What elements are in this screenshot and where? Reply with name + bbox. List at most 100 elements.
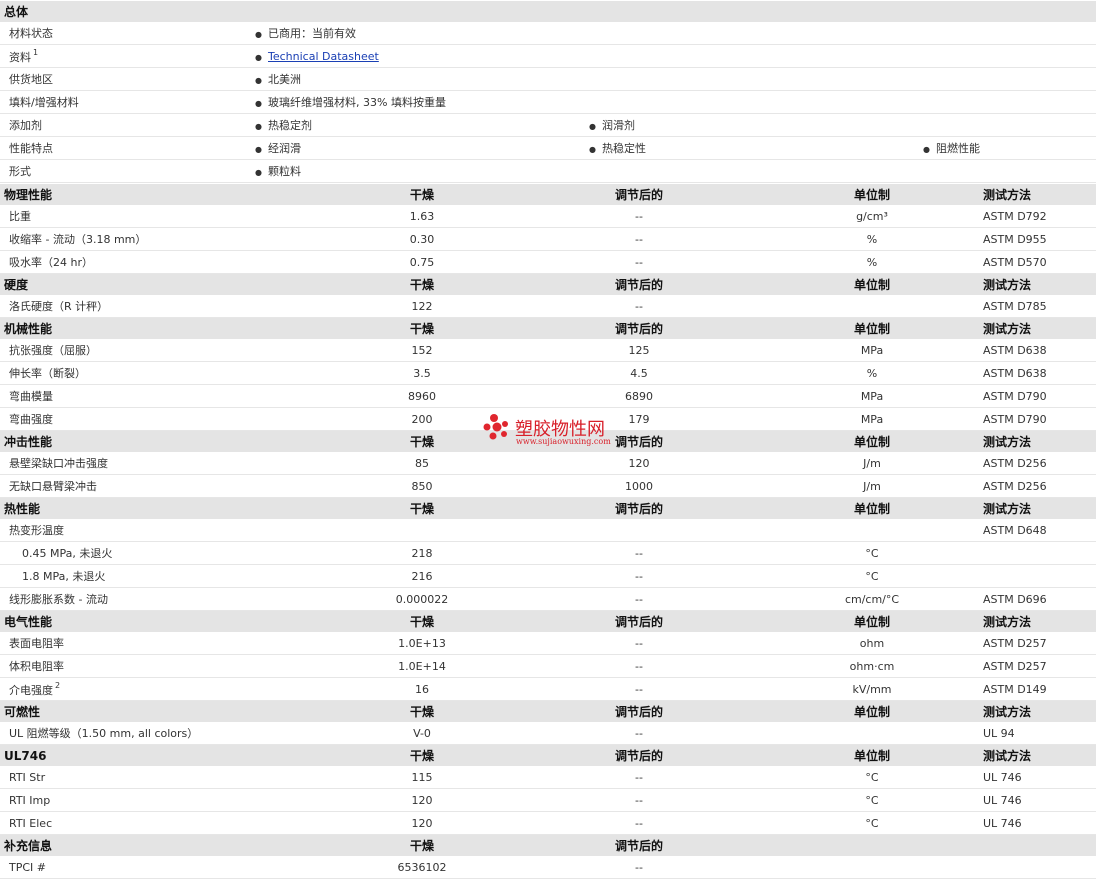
section-title: 补充信息: [0, 834, 333, 856]
dry-value: 8960: [333, 384, 511, 408]
property-row: 悬壁梁缺口冲击强度 85 120 J/m ASTM D256: [0, 452, 1096, 475]
section-title: 电气性能: [0, 610, 333, 632]
property-label-text: 介电强度: [9, 683, 53, 697]
column-header-dry: 干燥: [333, 834, 511, 856]
conditioned-value: --: [511, 654, 767, 678]
property-row: UL 阻燃等级（1.50 mm, all colors） V-0 -- UL 94: [0, 722, 1096, 745]
property-row: 收缩率 - 流动（3.18 mm） 0.30 --% ASTM D955: [0, 227, 1096, 251]
property-label: UL 阻燃等级（1.50 mm, all colors）: [0, 722, 333, 745]
general-row: 材料状态 ● 已商用：当前有效: [0, 22, 1096, 45]
dry-value: 152: [333, 339, 511, 362]
test-method: ASTM D785: [977, 295, 1096, 318]
property-label: 抗张强度（屈服）: [0, 339, 333, 362]
general-value: 玻璃纤维增强材料, 33% 填料按重量: [268, 96, 446, 109]
property-row: 抗张强度（屈服） 152 125 MPa ASTM D638: [0, 339, 1096, 362]
column-header-dry: 干燥: [333, 497, 511, 519]
column-header-method: 测试方法: [977, 700, 1096, 722]
bullet-icon: ●: [255, 30, 262, 39]
property-label-text: 添加剂: [9, 119, 42, 132]
column-header-dry: 干燥: [333, 744, 511, 766]
general-value-cell: [923, 44, 1096, 68]
property-label-text: 0.45 MPa, 未退火: [22, 547, 113, 560]
property-row: 体积电阻率 1.0E+14 -- ohm·cm ASTM D257: [0, 654, 1096, 678]
conditioned-value: --: [511, 766, 767, 789]
property-label: 供货地区: [0, 67, 255, 91]
dry-value: [333, 519, 511, 542]
column-header-dry: 干燥: [333, 183, 511, 205]
test-method: UL 94: [977, 722, 1096, 745]
section-title: 总体: [0, 0, 1096, 22]
property-label: 无缺口悬臂梁冲击: [0, 474, 333, 498]
footnote-marker: 1: [33, 47, 39, 57]
section-title: 可燃性: [0, 700, 333, 722]
section-title: 物理性能: [0, 183, 333, 205]
conditioned-value: --: [511, 632, 767, 655]
column-header-conditioned: 调节后的: [511, 610, 767, 632]
section-title: 热性能: [0, 497, 333, 519]
property-label: 表面电阻率: [0, 632, 333, 655]
general-value: 阻燃性能: [936, 142, 980, 155]
unit-value: J/m: [767, 452, 977, 475]
dry-value: 218: [333, 541, 511, 565]
property-label: 资料 1: [0, 44, 255, 68]
section-header: 物理性能 干燥 调节后的 单位制 测试方法: [0, 183, 1096, 205]
section-header: 硬度 干燥 调节后的 单位制 测试方法: [0, 273, 1096, 295]
test-method: ASTM D257: [977, 632, 1096, 655]
properties-table: 物理性能 干燥 调节后的 单位制 测试方法 比重 1.63 -- g/cm³ ASTM D792 收…: [0, 183, 1096, 879]
property-label-text: TPCI #: [9, 860, 46, 874]
test-method: [977, 564, 1096, 588]
property-label: 材料状态: [0, 22, 255, 45]
property-label-text: RTI Elec: [9, 816, 53, 830]
column-header-unit: 单位制: [767, 430, 977, 452]
unit-value: MPa: [767, 339, 977, 362]
dry-value: 120: [333, 811, 511, 835]
section-header: 冲击性能 干燥 调节后的 单位制 测试方法: [0, 430, 1096, 452]
section-header: 热性能 干燥 调节后的 单位制 测试方法: [0, 497, 1096, 519]
dry-value: 0.75: [333, 250, 511, 274]
general-value: 热稳定性: [602, 142, 646, 155]
dry-value: 216: [333, 564, 511, 588]
conditioned-value: --: [511, 677, 767, 701]
column-header-method: 测试方法: [977, 497, 1096, 519]
datasheet-link[interactable]: Technical Datasheet: [268, 50, 379, 63]
property-label-text: 无缺口悬臂梁冲击: [9, 480, 97, 493]
property-row: RTI Imp 120 -- °C UL 746: [0, 788, 1096, 812]
column-header-unit: 单位制: [767, 183, 977, 205]
dry-value: V-0: [333, 722, 511, 745]
general-value-cell: ● 已商用：当前有效: [255, 22, 589, 45]
property-row: RTI Str 115 -- °C UL 746: [0, 766, 1096, 789]
unit-value: [767, 295, 977, 318]
property-label: 体积电阻率: [0, 654, 333, 678]
conditioned-value: 125: [511, 339, 767, 362]
property-label: 弯曲模量: [0, 384, 333, 408]
property-label-text: 收缩率 - 流动（3.18 mm）: [9, 233, 147, 246]
property-label: 吸水率（24 hr）: [0, 250, 333, 274]
column-header-conditioned: 调节后的: [511, 744, 767, 766]
property-label-text: 弯曲模量: [9, 390, 53, 403]
dry-value: 120: [333, 788, 511, 812]
dry-value: 3.5: [333, 361, 511, 385]
footnote-marker: 2: [55, 680, 61, 690]
datasheet-table: 总体 材料状态 ● 已商用：当前有效 资料 1 ● Technical Datasheet 供货…: [0, 0, 1096, 183]
test-method: ASTM D696: [977, 587, 1096, 611]
section-header: 可燃性 干燥 调节后的 单位制 测试方法: [0, 700, 1096, 722]
property-label: 填料/增强材料: [0, 90, 255, 114]
property-label-text: 供货地区: [9, 73, 53, 86]
column-header-dry: 干燥: [333, 610, 511, 632]
test-method: ASTM D256: [977, 474, 1096, 498]
conditioned-value: --: [511, 564, 767, 588]
general-row: 添加剂 ● 热稳定剂 ● 润滑剂: [0, 113, 1096, 137]
dry-value: 1.63: [333, 205, 511, 228]
property-row: 洛氏硬度（R 计秤） 122 -- ASTM D785: [0, 295, 1096, 318]
bullet-icon: ●: [255, 168, 262, 177]
property-label-text: 伸长率（断裂）: [9, 367, 86, 380]
property-label-text: 填料/增强材料: [9, 96, 79, 109]
bullet-icon: ●: [255, 99, 262, 108]
section-header-general: 总体: [0, 0, 1096, 22]
unit-value: %: [767, 361, 977, 385]
property-row: 介电强度 2 16 -- kV/mm ASTM D149: [0, 677, 1096, 701]
dry-value: 1.0E+14: [333, 654, 511, 678]
column-header-dry: 干燥: [333, 273, 511, 295]
dry-value: 122: [333, 295, 511, 318]
property-label: TPCI #: [0, 856, 333, 879]
